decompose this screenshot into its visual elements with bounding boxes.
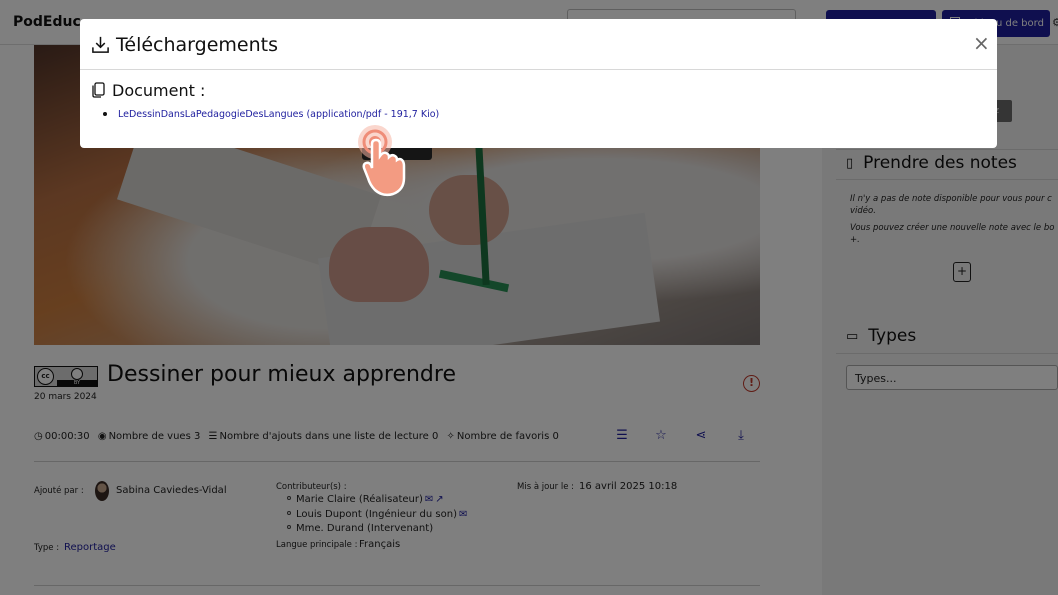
download-icon [92, 36, 109, 53]
hand-pointer-icon [358, 125, 406, 197]
document-section-label: Document : [112, 81, 206, 100]
close-icon[interactable]: × [973, 33, 990, 53]
list-bullet [103, 112, 107, 116]
download-file-link[interactable]: LeDessinDansLaPedagogieDesLangues (appli… [118, 109, 439, 120]
modal-title: Téléchargements [116, 34, 278, 56]
document-icon [92, 82, 105, 98]
modal-header: Téléchargements × [80, 19, 997, 70]
downloads-modal: Téléchargements × Document : LeDessinDan… [80, 19, 997, 148]
